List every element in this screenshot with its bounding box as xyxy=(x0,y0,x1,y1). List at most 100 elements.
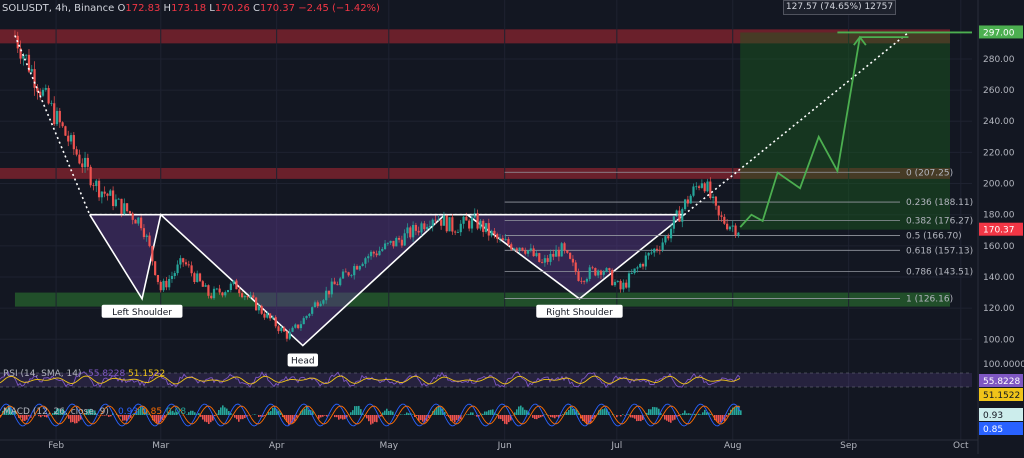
macd-histogram-bar xyxy=(254,414,256,415)
measure-box: 127.57 (74.65%) 12757 xyxy=(783,0,896,15)
candle-body xyxy=(266,314,268,318)
candle-body xyxy=(179,258,181,264)
candle-body xyxy=(378,251,380,255)
macd-histogram-bar xyxy=(472,412,474,415)
candle-body xyxy=(667,236,669,238)
candle-body xyxy=(199,273,201,281)
chart-canvas[interactable]: 0 (207.25)0.236 (188.11)0.382 (176.27)0.… xyxy=(0,0,1024,454)
candle-body xyxy=(706,182,708,192)
candle-body xyxy=(510,244,512,249)
macd-histogram-bar xyxy=(656,407,658,415)
change-value: −2.45 (−1.42%) xyxy=(298,3,380,14)
candle-body xyxy=(659,250,661,251)
candle-body xyxy=(213,289,215,298)
candle-body xyxy=(255,298,257,311)
candle-body xyxy=(535,253,537,256)
macd-histogram-bar xyxy=(270,411,272,415)
candle-body xyxy=(720,215,722,216)
candle-body xyxy=(446,216,448,232)
macd-histogram-bar xyxy=(238,415,240,422)
candle-body xyxy=(541,262,543,263)
pattern-fill xyxy=(90,215,684,346)
macd-histogram-bar xyxy=(214,415,216,416)
candle-body xyxy=(583,281,585,282)
candle-body xyxy=(636,267,638,268)
candle-body xyxy=(605,268,607,272)
macd-histogram-bar xyxy=(568,410,570,415)
macd-histogram-bar xyxy=(700,414,702,415)
candle-body xyxy=(115,199,117,206)
candle-body xyxy=(101,192,103,198)
macd-histogram-bar xyxy=(638,415,640,421)
candle-body xyxy=(238,289,240,293)
macd-histogram-bar xyxy=(550,415,552,417)
macd-histogram-bar xyxy=(636,415,638,421)
candle-body xyxy=(493,231,495,234)
candle-body xyxy=(538,253,540,262)
candle-body xyxy=(642,264,644,266)
x-tick-label: Sep xyxy=(840,441,857,451)
candle-body xyxy=(502,238,504,240)
candle-body xyxy=(331,282,333,295)
candle-body xyxy=(224,292,226,295)
candle-body xyxy=(50,103,52,104)
candle-body xyxy=(597,271,599,276)
candle-body xyxy=(418,231,420,233)
macd-histogram-bar xyxy=(688,413,690,415)
candle-body xyxy=(404,233,406,245)
macd-histogram-bar xyxy=(566,412,568,415)
candle-body xyxy=(437,220,439,221)
candle-body xyxy=(362,264,364,266)
chart-window: 0 (207.25)0.236 (188.11)0.382 (176.27)0.… xyxy=(0,0,1024,454)
y-tick-label: 180.00 xyxy=(983,211,1015,221)
symbol-label: SOLUSDT, 4h, Binance xyxy=(2,3,114,14)
candle-body xyxy=(277,326,279,331)
macd-histogram-bar xyxy=(416,415,418,416)
macd-histogram-bar xyxy=(624,415,626,416)
macd-histogram-bar xyxy=(404,414,406,415)
candle-body xyxy=(709,182,711,198)
candle-body xyxy=(381,249,383,251)
candle-body xyxy=(420,223,422,232)
x-tick-label: May xyxy=(379,441,398,451)
macd-histogram-bar xyxy=(536,415,538,419)
candle-body xyxy=(499,238,501,239)
macd-histogram-bar xyxy=(488,410,490,415)
macd-histogram-bar xyxy=(224,407,226,415)
candle-body xyxy=(726,224,728,230)
candle-body xyxy=(275,317,277,326)
macd-histogram-bar xyxy=(372,415,374,424)
candle-body xyxy=(678,211,680,222)
y-tick-label: 280.00 xyxy=(983,55,1015,65)
candle-body xyxy=(505,239,507,240)
candle-body xyxy=(471,217,473,228)
macd-histogram-bar xyxy=(554,415,556,418)
macd-histogram-bar xyxy=(396,415,398,416)
macd-histogram-bar xyxy=(412,414,414,415)
macd-histogram-bar xyxy=(572,409,574,415)
candle-body xyxy=(182,258,184,262)
candle-body xyxy=(387,243,389,244)
macd-histogram-bar xyxy=(186,414,188,415)
candle-body xyxy=(67,136,69,142)
macd-histogram-bar xyxy=(602,409,604,415)
candle-body xyxy=(434,220,436,221)
candle-body xyxy=(519,248,521,250)
macd-histogram-bar xyxy=(520,406,522,415)
candle-body xyxy=(440,220,442,226)
candle-body xyxy=(376,253,378,255)
macd-histogram-bar xyxy=(740,410,742,415)
candle-body xyxy=(701,183,703,188)
candle-body xyxy=(235,281,237,290)
candle-body xyxy=(451,217,453,231)
candle-body xyxy=(715,197,717,206)
candle-body xyxy=(31,69,33,72)
candle-body xyxy=(126,203,128,211)
candle-body xyxy=(221,292,223,295)
macd-histogram-bar xyxy=(194,412,196,415)
y-tick-label: 120.00 xyxy=(983,304,1015,314)
candle-body xyxy=(241,293,243,297)
fib-label: 0.5 (166.70) xyxy=(906,231,962,241)
y-tick-label: 160.00 xyxy=(983,242,1015,252)
pattern-label: Left Shoulder xyxy=(112,308,172,318)
